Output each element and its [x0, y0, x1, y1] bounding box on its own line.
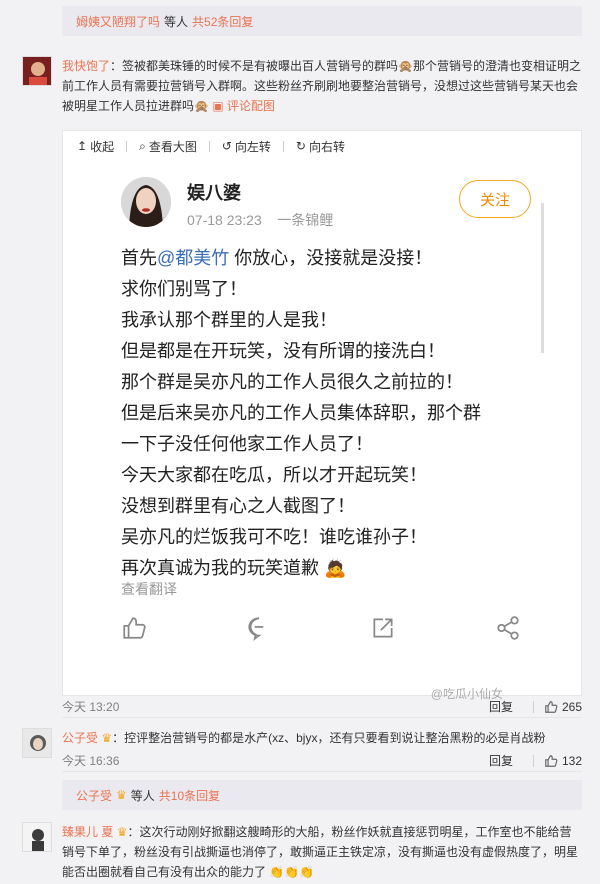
like-count: 265 — [561, 699, 582, 714]
post-line: 但是都是在开玩笑，没有所谓的接洗白！ — [121, 341, 445, 361]
forward-icon — [497, 616, 519, 640]
post-line: 没想到群里有心之人截图了！ — [121, 496, 355, 516]
comment-image-viewer: ↥ 收起 ⌕ 查看大图 ↺ 向左转 ↻ 向右转 娱八婆 07-18 23:23 … — [62, 130, 582, 701]
post-avatar — [121, 177, 171, 227]
toolbar-divider — [126, 140, 128, 152]
reply-summary-total[interactable]: 共10条回复 — [159, 787, 220, 804]
like-count: 132 — [561, 753, 582, 768]
bow-emoji-icon: 🙇 — [324, 558, 347, 578]
post-mention: @都美竹 — [157, 248, 230, 268]
post-source: 一条锦鲤 — [277, 212, 334, 228]
rotate-right-label: 向右转 — [308, 139, 345, 154]
thumbs-up-icon — [545, 754, 558, 767]
comment-item: 我快饱了：签被都美珠锤的时候不是有被曝出百人营销号的群吗🙊那个营销号的澄清也变相… — [22, 56, 582, 116]
rotate-left-button[interactable]: ↺ 向左转 — [222, 138, 271, 155]
post-line-rest: 你放心，没接就是没接！ — [229, 248, 433, 268]
comment-author[interactable]: 我快饱了 — [62, 59, 110, 73]
emoji-icon: 👏👏👏 — [269, 865, 315, 879]
comment-text: ：这次行动刚好掀翻这艘畸形的大船，粉丝作妖就直接惩罚明星，工作室也不能给营销号下… — [62, 825, 579, 879]
toolbar-divider — [282, 140, 284, 152]
post-line: 但是后来吴亦凡的工作人员集体辞职，那个群 — [121, 403, 481, 423]
comment-image-label: 评论配图 — [227, 99, 276, 113]
collapse-button[interactable]: ↥ 收起 — [77, 138, 114, 155]
rotate-right-button[interactable]: ↻ 向右转 — [296, 138, 345, 155]
comment-item: 公子受 ♛：控评整治营销号的都是水产(xz、bjyx，还有只要看到说让整治黑粉的… — [22, 728, 582, 758]
thumbs-up-icon — [545, 700, 558, 713]
post-line: 今天大家都在吃瓜，所以才开起玩笑！ — [121, 465, 427, 485]
thumbs-up-icon — [123, 617, 146, 639]
reply-summary-bar[interactable]: 姆姨又陋翔了吗 等人 共52条回复 — [62, 6, 582, 36]
post-line-text: 再次真诚为我的玩笑道歉 — [121, 558, 319, 578]
image-icon: ▣ — [212, 99, 224, 113]
like-button[interactable]: 265 — [544, 700, 582, 714]
follow-button: 关注 — [459, 180, 531, 218]
reply-button[interactable]: 回复 — [489, 752, 533, 769]
reply-summary-bar[interactable]: 公子受 ♛ 等人 共10条回复 — [62, 780, 582, 810]
rotate-left-label: 向左转 — [234, 139, 271, 154]
post-text: 首先@都美竹 你放心，没接就是没接！ 求你们别骂了！ 我承认那个群里的人是我！ … — [121, 243, 541, 584]
comment-time: 今天 16:36 — [62, 754, 120, 768]
comment-time: 今天 13:20 — [62, 700, 120, 714]
comment-author[interactable]: 臻果儿 夏 — [62, 825, 113, 839]
meta-divider — [532, 700, 534, 713]
vip-badge-icon: ♛ — [116, 825, 128, 839]
vip-badge-icon: ♛ — [116, 788, 127, 802]
post-line: 再次真诚为我的玩笑道歉 🙇 — [121, 553, 541, 584]
meta-divider — [532, 754, 534, 767]
post-line: 一下子没任何他家工作人员了！ — [121, 434, 373, 454]
post-author: 娱八婆 — [187, 183, 241, 203]
reply-summary-suffix: 等人 — [164, 14, 189, 29]
comment-item: 臻果儿 夏 ♛：这次行动刚好掀翻这艘畸形的大船，粉丝作妖就直接惩罚明星，工作室也… — [22, 822, 582, 882]
view-large-label: 查看大图 — [148, 139, 197, 154]
reply-summary-suffix: 等人 — [130, 788, 155, 803]
view-large-button[interactable]: ⌕ 查看大图 — [139, 138, 197, 155]
post-line: 吴亦凡的烂饭我可不吃！谁吃谁孙子！ — [121, 527, 427, 547]
reply-summary-name[interactable]: 姆姨又陋翔了吗 — [76, 13, 160, 30]
post-date: 07-18 23:23 — [187, 212, 262, 228]
share-icon — [373, 618, 393, 638]
post-actions — [121, 615, 521, 641]
comment-icon — [248, 617, 263, 641]
comment-meta: 今天 13:20 回复 265 — [62, 696, 582, 718]
comment-text: ：控评整治营销号的都是水产(xz、bjyx，还有只要看到说让整治黑粉的必是肖战粉 — [112, 731, 546, 745]
comment-meta: 今天 16:36 回复 132 — [62, 750, 582, 772]
collapse-label: 收起 — [90, 139, 115, 154]
like-button[interactable]: 132 — [544, 754, 582, 768]
emoji-icon: 🙊 — [194, 99, 209, 113]
post-line-prefix: 首先 — [121, 248, 157, 268]
scrollbar — [541, 203, 544, 353]
post-line: 我承认那个群里的人是我！ — [121, 310, 337, 330]
rotate-right-icon: ↻ — [295, 139, 306, 153]
reply-button[interactable]: 回复 — [489, 698, 533, 715]
post-line: 首先@都美竹 你放心，没接就是没接！ — [121, 243, 541, 274]
avatar[interactable] — [22, 822, 52, 852]
post-screenshot: 娱八婆 07-18 23:23 一条锦鲤 关注 首先@都美竹 你放心，没接就是没… — [65, 163, 544, 701]
post-meta: 07-18 23:23 一条锦鲤 — [187, 210, 333, 230]
translate-link: 查看翻译 — [121, 581, 177, 597]
post-line: 那个群是吴亦凡的工作人员很久之前拉的！ — [121, 372, 463, 392]
reply-summary-total[interactable]: 共52条回复 — [192, 13, 253, 30]
comment-image-link[interactable]: ▣ 评论配图 — [212, 99, 275, 113]
avatar[interactable] — [22, 728, 52, 758]
search-icon: ⌕ — [139, 138, 146, 153]
comment-author[interactable]: 公子受 — [62, 731, 98, 745]
toolbar-divider — [208, 140, 210, 152]
arrow-up-icon: ↥ — [77, 139, 88, 153]
rotate-left-icon: ↺ — [221, 139, 232, 153]
vip-badge-icon: ♛ — [101, 731, 113, 745]
emoji-icon: 🙊 — [398, 59, 413, 73]
comment-text-a: ：签被都美珠锤的时候不是有被曝出百人营销号的群吗 — [110, 59, 399, 73]
reply-summary-name[interactable]: 公子受 — [76, 787, 112, 804]
avatar[interactable] — [22, 56, 52, 86]
post-line: 求你们别骂了！ — [121, 279, 247, 299]
image-toolbar: ↥ 收起 ⌕ 查看大图 ↺ 向左转 ↻ 向右转 — [63, 131, 581, 161]
